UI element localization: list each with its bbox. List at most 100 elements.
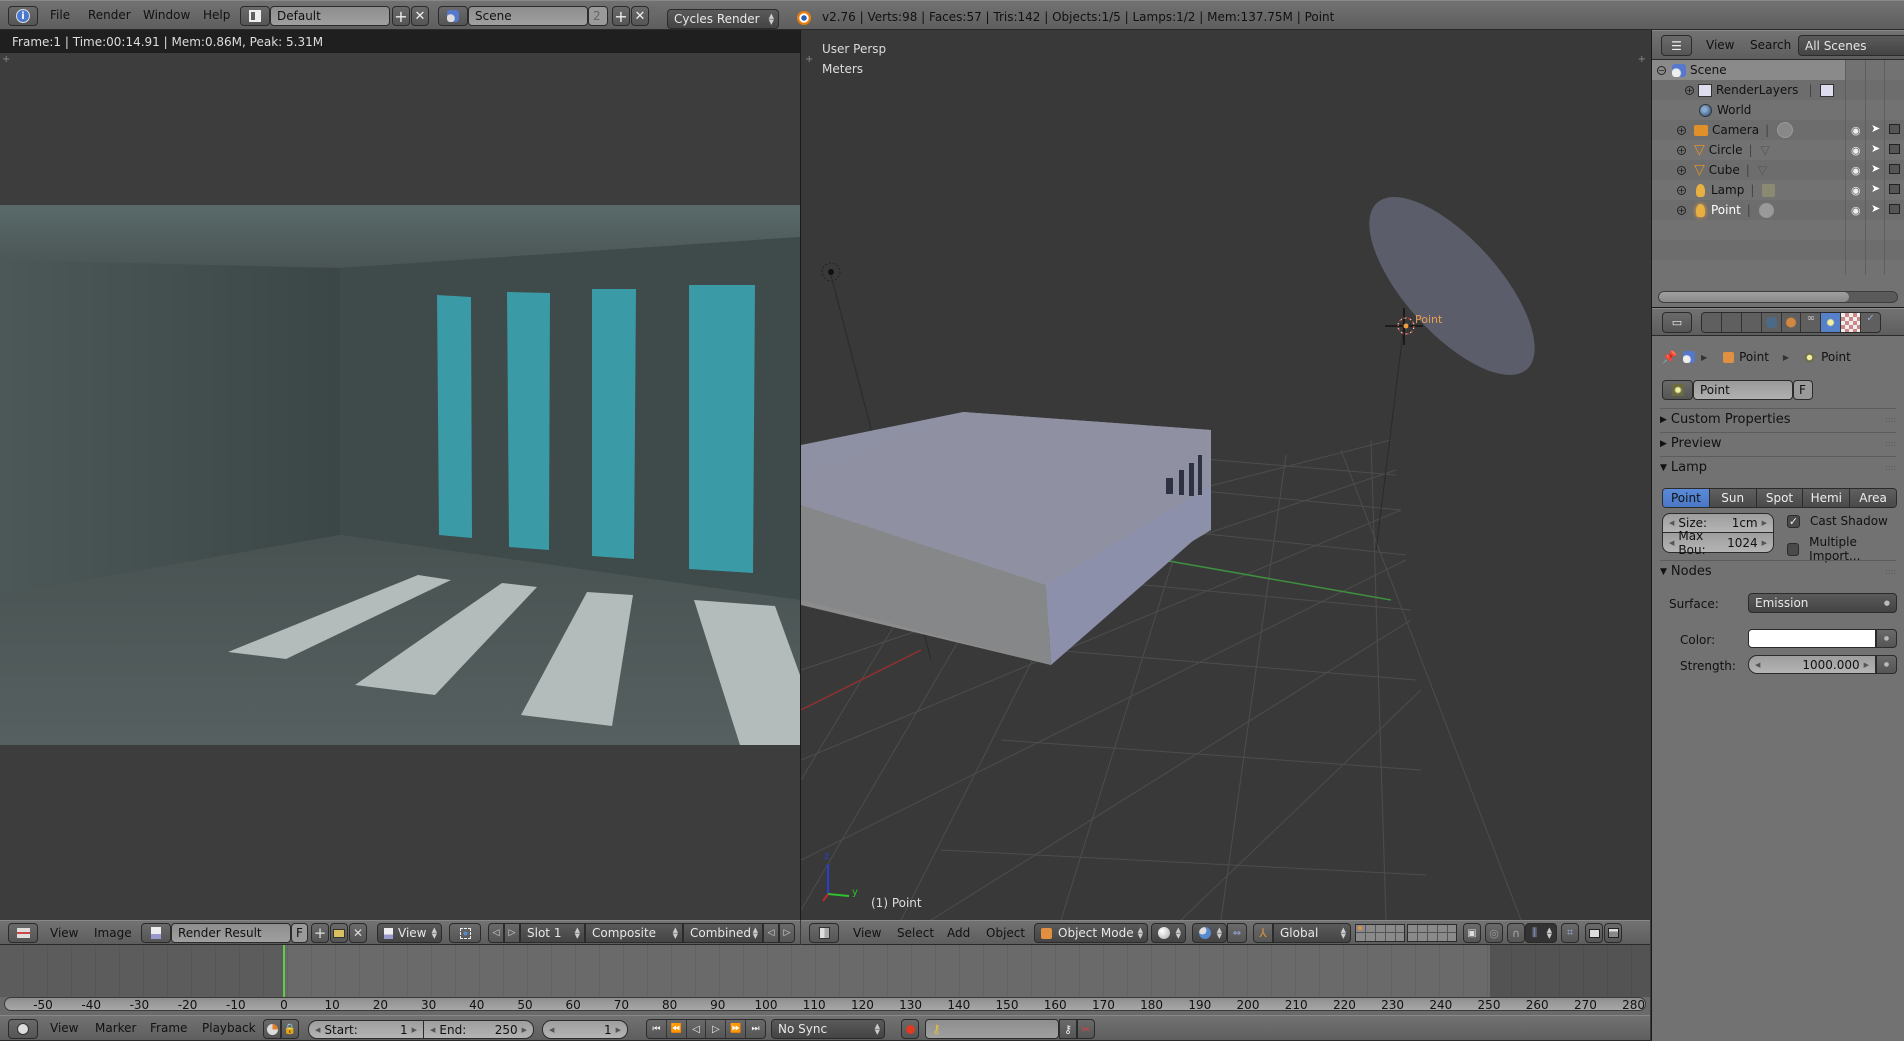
renderable-camera-icon[interactable] — [1889, 204, 1900, 214]
sync-mode-dropdown[interactable]: No Sync ▲ ▼ — [771, 1019, 885, 1039]
renderable-camera-icon[interactable] — [1889, 164, 1900, 174]
outliner-horizontal-scrollbar[interactable] — [1658, 291, 1898, 303]
3d-menu-object[interactable]: Object — [986, 921, 1025, 944]
increment-arrow-icon[interactable]: ▶ — [616, 1026, 621, 1034]
region-toggle-plus-icon[interactable]: + — [805, 54, 813, 65]
outliner-item-renderlayers[interactable]: + RenderLayers | — [1652, 80, 1904, 100]
next-slot-button[interactable]: ▷ — [504, 923, 520, 943]
scene-selector[interactable] — [438, 6, 468, 26]
render-layer-dropdown[interactable]: Composite ▲ ▼ — [585, 923, 683, 943]
drag-handle-icon[interactable]: :::: — [1885, 439, 1896, 448]
auto-keying-button[interactable] — [901, 1019, 919, 1039]
timeline-area[interactable]: -50 -40 -30 -20 -10 0 10 20 30 40 50 60 70 80 90 100 110… — [0, 945, 1650, 1015]
tab-render-layers-icon[interactable] — [1721, 313, 1742, 332]
selectable-cursor-icon[interactable]: ➤ — [1871, 182, 1880, 195]
decrement-arrow-icon[interactable]: ◀ — [1669, 539, 1674, 547]
current-frame-indicator[interactable] — [283, 945, 285, 997]
decrement-arrow-icon[interactable]: ◀ — [430, 1026, 435, 1034]
color-socket-button[interactable]: ● — [1876, 629, 1897, 648]
prev-slot-button[interactable]: ◁ — [488, 923, 504, 943]
strength-field[interactable]: ◀ 1000.000 ▶ — [1748, 655, 1876, 674]
lamp-type-point[interactable]: Point — [1663, 489, 1710, 507]
proportional-editing-button[interactable]: ◎ — [1485, 923, 1503, 943]
panel-custom-properties[interactable]: ▶ Custom Properties :::: — [1660, 408, 1896, 430]
lamp-datablock-name[interactable]: Point — [1693, 380, 1793, 400]
layer-buttons-group-2[interactable] — [1407, 924, 1457, 942]
surface-shader-dropdown[interactable]: Emission ● — [1748, 593, 1897, 613]
transform-manipulator-button[interactable]: ⅄ — [1253, 923, 1273, 943]
3d-menu-view[interactable]: View — [853, 921, 881, 944]
outliner[interactable]: ☰ View Search All Scenes − Scene + Rende… — [1651, 30, 1904, 307]
renderable-camera-icon[interactable] — [1889, 184, 1900, 194]
image-name-field[interactable]: Render Result — [171, 923, 291, 943]
expand-icon[interactable]: + — [1677, 165, 1686, 175]
viewport-shading-dropdown[interactable]: ▲ ▼ — [1151, 923, 1186, 943]
decrement-arrow-icon[interactable]: ◀ — [1755, 661, 1760, 669]
new-image-button[interactable]: + — [311, 923, 329, 943]
use-preview-range-button[interactable] — [263, 1019, 281, 1039]
image-menu-view[interactable]: View — [50, 921, 78, 944]
visibility-eye-icon[interactable]: ◉ — [1851, 164, 1861, 177]
lamp-type-area[interactable]: Area — [1850, 489, 1896, 507]
add-scene-button[interactable]: + — [612, 6, 630, 26]
lamp-type-hemi[interactable]: Hemi — [1803, 489, 1851, 507]
3d-menu-add[interactable]: Add — [947, 921, 970, 944]
visibility-eye-icon[interactable]: ◉ — [1851, 124, 1861, 137]
jump-to-end-icon[interactable]: ⏭ — [746, 1020, 765, 1038]
image-menu-image[interactable]: Image — [94, 921, 132, 944]
collapse-icon[interactable]: − — [1657, 65, 1666, 75]
expand-icon[interactable]: + — [1677, 185, 1686, 195]
timeline-menu-frame[interactable]: Frame — [150, 1016, 187, 1040]
snap-toggle-button[interactable]: ∩ — [1507, 923, 1525, 943]
lock-time-cursor-button[interactable]: 🔒 — [281, 1019, 299, 1039]
tab-texture-icon[interactable] — [1841, 313, 1862, 332]
interaction-mode-dropdown[interactable]: Object Mode ▲ ▼ — [1034, 923, 1148, 943]
transform-orientation-dropdown[interactable]: Global ▲ ▼ — [1273, 923, 1351, 943]
image-browse-button[interactable] — [141, 923, 171, 943]
timeline-menu-playback[interactable]: Playback — [202, 1016, 256, 1040]
tab-scene-icon[interactable] — [1741, 313, 1762, 332]
render-slot-dropdown[interactable]: Slot 1 ▲ ▼ — [520, 923, 585, 943]
layer-buttons-group-1[interactable] — [1355, 924, 1405, 942]
fake-user-button[interactable]: F — [1793, 380, 1813, 400]
tab-world-icon[interactable] — [1761, 313, 1782, 332]
lamp-datablock-browse-button[interactable] — [1662, 380, 1693, 400]
expand-icon[interactable]: + — [1677, 205, 1686, 215]
prev-pass-button[interactable]: ◁ — [763, 923, 779, 943]
screen-layout-name[interactable]: Default — [270, 6, 390, 26]
end-frame-field[interactable]: ◀ End: 250 ▶ — [424, 1020, 534, 1039]
opengl-render-button[interactable]: ⌗ — [1561, 923, 1579, 943]
image-view-mode-dropdown[interactable]: View ▲ ▼ — [377, 923, 442, 943]
tab-constraints-icon[interactable]: ∞ — [1801, 313, 1822, 332]
delete-keyframe-button[interactable]: ✂ — [1077, 1019, 1095, 1039]
timeline-ruler[interactable]: -50 -40 -30 -20 -10 0 10 20 30 40 50 60 70 80 90 100 110… — [4, 997, 1646, 1011]
multiple-importance-checkbox[interactable]: Multiple Import... — [1787, 535, 1904, 563]
outliner-menu-search[interactable]: Search — [1750, 31, 1791, 59]
lock-camera-layers-button[interactable]: ▣ — [1463, 923, 1481, 943]
jump-to-keyframe-prev-icon[interactable]: ⏪ — [667, 1020, 687, 1038]
image-editor-type-button[interactable] — [8, 923, 38, 943]
selectable-cursor-icon[interactable]: ➤ — [1871, 142, 1880, 155]
decrement-arrow-icon[interactable]: ◀ — [315, 1026, 320, 1034]
add-screen-button[interactable]: + — [392, 6, 410, 26]
render-pass-dropdown[interactable]: Combined ▲ ▼ — [683, 923, 763, 943]
play-reverse-icon[interactable]: ◁ — [687, 1020, 707, 1038]
panel-nodes[interactable]: ▼ Nodes :::: — [1660, 560, 1896, 582]
tab-physics-icon[interactable]: ✓ — [1861, 313, 1880, 332]
outliner-editor-type-button[interactable]: ☰ — [1661, 35, 1692, 56]
menu-window[interactable]: Window — [143, 1, 190, 29]
drag-handle-icon[interactable]: :::: — [1885, 463, 1896, 472]
expand-icon[interactable]: + — [1677, 145, 1686, 155]
keying-set-field[interactable]: ⚷ — [925, 1019, 1059, 1039]
pin-icon[interactable]: 📌 — [1662, 350, 1677, 364]
strength-socket-button[interactable]: ● — [1876, 655, 1897, 674]
increment-arrow-icon[interactable]: ▶ — [1762, 539, 1767, 547]
insert-keyframe-button[interactable]: ⚷ — [1059, 1019, 1077, 1039]
image-fake-user-button[interactable]: F — [291, 923, 308, 943]
outliner-item-scene[interactable]: − Scene — [1652, 60, 1845, 80]
selectable-cursor-icon[interactable]: ➤ — [1871, 202, 1880, 215]
render-still-button[interactable] — [1585, 923, 1603, 943]
jump-to-start-icon[interactable]: ⏮ — [647, 1020, 667, 1038]
lamp-type-sun[interactable]: Sun — [1709, 489, 1757, 507]
selectable-cursor-icon[interactable]: ➤ — [1871, 122, 1880, 135]
